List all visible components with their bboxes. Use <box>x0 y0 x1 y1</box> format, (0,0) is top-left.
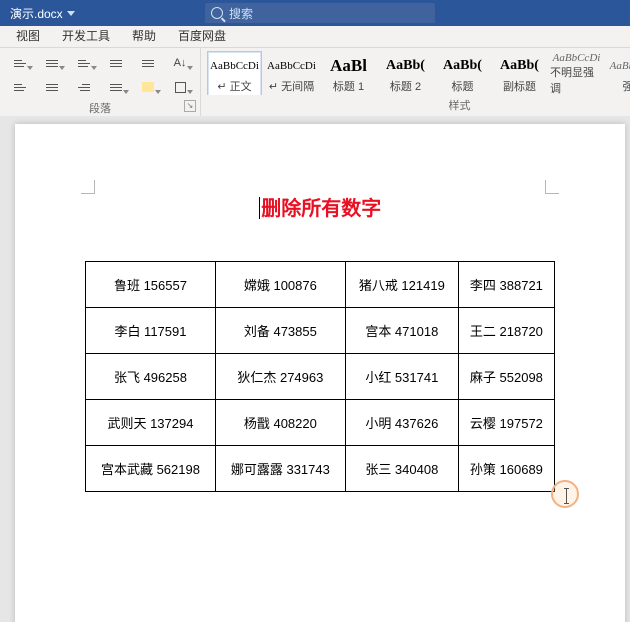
style-tile-3[interactable]: AaBb(标题 2 <box>378 51 433 96</box>
style-name: 不明显强调 <box>550 64 603 96</box>
style-sample: AaBl <box>330 54 367 78</box>
table-row[interactable]: 武则天 137294杨戬 408220小明 437626云樱 197572 <box>86 400 555 446</box>
shading-button[interactable] <box>133 76 163 98</box>
style-sample: AaBb( <box>443 54 482 78</box>
table-cell[interactable]: 云樱 197572 <box>458 400 554 446</box>
style-tile-0[interactable]: AaBbCcDi↵ 正文 <box>207 51 262 96</box>
tab-view[interactable]: 视图 <box>6 24 50 47</box>
table-cell[interactable]: 猪八戒 121419 <box>345 262 458 308</box>
table-cell[interactable]: 王二 218720 <box>458 308 554 354</box>
search-placeholder: 搜索 <box>229 5 253 22</box>
style-name: 标题 <box>452 78 474 94</box>
style-name: 强调 <box>623 78 630 94</box>
table-row[interactable]: 张飞 496258狄仁杰 274963小红 531741麻子 552098 <box>86 354 555 400</box>
table-cell[interactable]: 狄仁杰 274963 <box>215 354 345 400</box>
search-icon <box>211 7 223 19</box>
document-name: 演示.docx <box>10 5 63 22</box>
style-sample: AaBbCcDi <box>553 52 601 64</box>
document-title-dropdown[interactable]: 演示.docx <box>0 5 85 22</box>
ribbon: A↓ 段落 ↘ AaBbCcDi↵ 正文AaBbCcDi↵ 无间隔AaBl标题 … <box>0 48 630 116</box>
align-left-button[interactable] <box>5 76 35 98</box>
tab-baidudisk[interactable]: 百度网盘 <box>168 24 236 47</box>
style-name: 标题 2 <box>390 78 421 94</box>
align-right-button[interactable] <box>69 76 99 98</box>
table-row[interactable]: 鲁班 156557嫦娥 100876猪八戒 121419李四 388721 <box>86 262 555 308</box>
data-table[interactable]: 鲁班 156557嫦娥 100876猪八戒 121419李四 388721李白 … <box>85 261 555 492</box>
table-cell[interactable]: 武则天 137294 <box>86 400 216 446</box>
table-cell[interactable]: 小红 531741 <box>345 354 458 400</box>
style-tile-7[interactable]: AaBbCcDi强调 <box>606 51 630 96</box>
line-spacing-button[interactable] <box>101 76 131 98</box>
style-sample: AaBbCcDi <box>267 54 316 78</box>
table-cell[interactable]: 宫本 471018 <box>345 308 458 354</box>
group-styles: AaBbCcDi↵ 正文AaBbCcDi↵ 无间隔AaBl标题 1AaBb(标题… <box>201 48 630 116</box>
style-name: ↵ 正文 <box>217 78 251 94</box>
table-cell[interactable]: 鲁班 156557 <box>86 262 216 308</box>
bullets-button[interactable] <box>5 52 35 74</box>
document-heading[interactable]: 删除所有数字 <box>85 192 555 221</box>
table-cell[interactable]: 娜可露露 331743 <box>215 446 345 492</box>
table-cell[interactable]: 孙策 160689 <box>458 446 554 492</box>
numbering-button[interactable] <box>37 52 67 74</box>
table-cell[interactable]: 张飞 496258 <box>86 354 216 400</box>
table-cell[interactable]: 张三 340408 <box>345 446 458 492</box>
style-tile-5[interactable]: AaBb(副标题 <box>492 51 547 96</box>
style-sample: AaBbCcDi <box>210 54 259 78</box>
tab-help[interactable]: 帮助 <box>122 24 166 47</box>
style-name: 标题 1 <box>333 78 364 94</box>
style-name: 副标题 <box>503 78 536 94</box>
group-styles-label: 样式 <box>201 95 630 116</box>
table-row[interactable]: 李白 117591刘备 473855宫本 471018王二 218720 <box>86 308 555 354</box>
decrease-indent-button[interactable] <box>101 52 131 74</box>
document-page[interactable]: 删除所有数字 鲁班 156557嫦娥 100876猪八戒 121419李四 38… <box>15 124 625 622</box>
table-cell[interactable]: 杨戬 408220 <box>215 400 345 446</box>
search-box[interactable]: 搜索 <box>205 3 435 23</box>
table-cell[interactable]: 小明 437626 <box>345 400 458 446</box>
table-cell[interactable]: 宫本武藏 562198 <box>86 446 216 492</box>
multilevel-list-button[interactable] <box>69 52 99 74</box>
tab-devtools[interactable]: 开发工具 <box>52 24 120 47</box>
paragraph-dialog-launcher[interactable]: ↘ <box>184 100 196 112</box>
chevron-down-icon <box>67 11 75 16</box>
style-sample: AaBbCcDi <box>610 54 630 78</box>
style-sample: AaBb( <box>500 54 539 78</box>
sort-button[interactable]: A↓ <box>165 52 195 74</box>
style-tile-1[interactable]: AaBbCcDi↵ 无间隔 <box>264 51 319 96</box>
document-canvas[interactable]: 删除所有数字 鲁班 156557嫦娥 100876猪八戒 121419李四 38… <box>0 116 630 622</box>
table-cell[interactable]: 麻子 552098 <box>458 354 554 400</box>
style-name: ↵ 无间隔 <box>269 78 314 94</box>
table-cell[interactable]: 刘备 473855 <box>215 308 345 354</box>
borders-button[interactable] <box>165 76 195 98</box>
style-tile-2[interactable]: AaBl标题 1 <box>321 51 376 96</box>
cursor-highlight-icon <box>551 480 579 508</box>
ribbon-tabs: 视图 开发工具 帮助 百度网盘 <box>0 26 630 48</box>
increase-indent-button[interactable] <box>133 52 163 74</box>
title-bar: 演示.docx 搜索 <box>0 0 630 26</box>
style-sample: AaBb( <box>386 54 425 78</box>
ibeam-cursor-icon <box>566 488 567 504</box>
style-tile-4[interactable]: AaBb(标题 <box>435 51 490 96</box>
group-paragraph: A↓ 段落 ↘ <box>0 48 201 116</box>
table-row[interactable]: 宫本武藏 562198娜可露露 331743张三 340408孙策 160689 <box>86 446 555 492</box>
table-cell[interactable]: 嫦娥 100876 <box>215 262 345 308</box>
table-cell[interactable]: 李白 117591 <box>86 308 216 354</box>
style-tile-6[interactable]: AaBbCcDi不明显强调 <box>549 51 604 96</box>
align-center-button[interactable] <box>37 76 67 98</box>
table-cell[interactable]: 李四 388721 <box>458 262 554 308</box>
